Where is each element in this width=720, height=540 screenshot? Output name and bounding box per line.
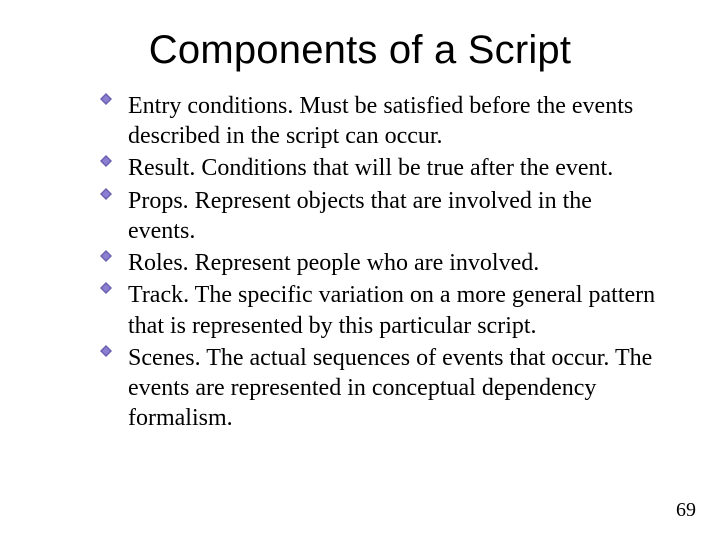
list-item-text: Scenes. The actual sequences of events t… [128, 343, 660, 434]
list-item-text: Result. Conditions that will be true aft… [128, 153, 660, 183]
list-item: Props. Represent objects that are involv… [100, 186, 660, 246]
list-item-text: Track. The specific variation on a more … [128, 280, 660, 340]
slide: Components of a Script Entry conditions.… [0, 0, 720, 540]
list-item: Entry conditions. Must be satisfied befo… [100, 91, 660, 151]
diamond-bullet-icon [100, 248, 128, 262]
list-item-text: Entry conditions. Must be satisfied befo… [128, 91, 660, 151]
diamond-bullet-icon [100, 280, 128, 294]
diamond-bullet-icon [100, 153, 128, 167]
page-number: 69 [676, 499, 696, 522]
diamond-bullet-icon [100, 343, 128, 357]
list-item: Track. The specific variation on a more … [100, 280, 660, 340]
diamond-bullet-icon [100, 186, 128, 200]
list-item-text: Props. Represent objects that are involv… [128, 186, 660, 246]
slide-title: Components of a Script [0, 0, 720, 91]
list-item: Roles. Represent people who are involved… [100, 248, 660, 278]
list-item: Scenes. The actual sequences of events t… [100, 343, 660, 434]
diamond-bullet-icon [100, 91, 128, 105]
slide-body: Entry conditions. Must be satisfied befo… [0, 91, 720, 434]
list-item: Result. Conditions that will be true aft… [100, 153, 660, 183]
list-item-text: Roles. Represent people who are involved… [128, 248, 660, 278]
